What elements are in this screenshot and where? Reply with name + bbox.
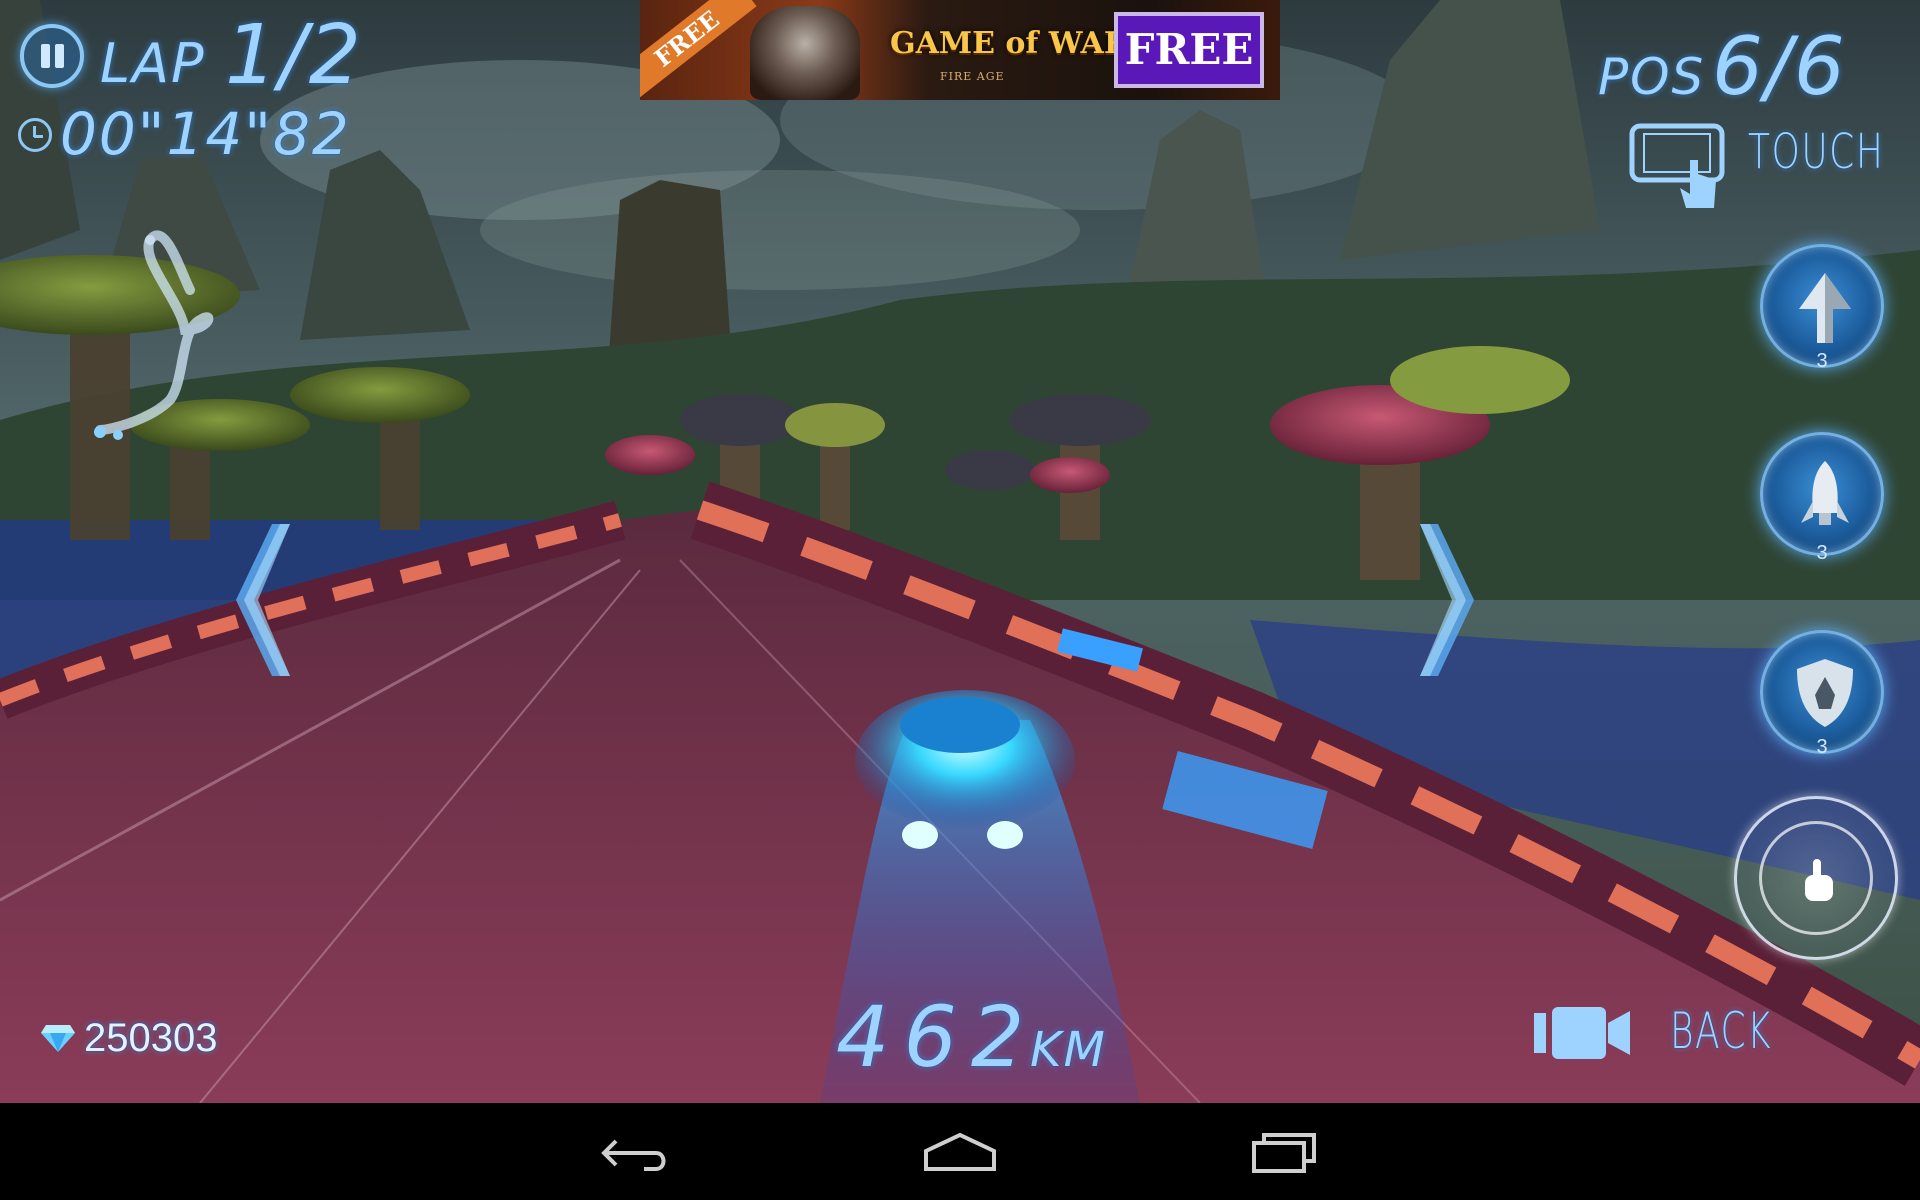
system-navigation-bar bbox=[0, 1103, 1920, 1200]
gem-icon bbox=[41, 1025, 75, 1052]
camera-icon[interactable] bbox=[1534, 1003, 1634, 1063]
shield-count: 3 bbox=[1816, 736, 1828, 758]
ad-subtitle: FIRE AGE bbox=[940, 70, 1005, 83]
ad-title: GAME of WAR bbox=[890, 26, 1129, 61]
lap-label: LAP bbox=[100, 32, 206, 95]
back-nav-icon[interactable] bbox=[600, 1129, 674, 1175]
speed-value: 462 bbox=[836, 988, 1039, 1086]
boost-arrow-icon bbox=[1799, 273, 1851, 343]
missile-count: 3 bbox=[1816, 542, 1828, 564]
home-nav-icon[interactable] bbox=[922, 1131, 998, 1173]
pause-button[interactable] bbox=[20, 24, 84, 88]
ad-banner[interactable]: FREE GAME of WAR FIRE AGE FREE bbox=[640, 0, 1280, 100]
phone-touch-icon[interactable] bbox=[1628, 120, 1732, 210]
missile-icon bbox=[1801, 461, 1849, 525]
game-viewport[interactable]: LAP 1/2 00"14"82 FREE GAME of WAR FIRE A… bbox=[0, 0, 1920, 1103]
recents-nav-icon[interactable] bbox=[1250, 1127, 1320, 1175]
control-mode-label[interactable]: TOUCH bbox=[1748, 124, 1884, 180]
fire-touch-button[interactable] bbox=[1734, 796, 1898, 960]
lap-value: 1/2 bbox=[225, 8, 363, 103]
steer-left-arrow[interactable] bbox=[228, 520, 298, 680]
shield-icon bbox=[1797, 659, 1853, 727]
finger-icon bbox=[1805, 859, 1833, 901]
steer-right-arrow[interactable] bbox=[1412, 520, 1482, 680]
speed-unit: KM bbox=[1030, 1022, 1107, 1078]
missile-button[interactable] bbox=[1760, 432, 1884, 556]
ad-free-ribbon: FREE bbox=[640, 0, 757, 99]
ad-knight-image bbox=[750, 6, 860, 100]
ad-free-button[interactable]: FREE bbox=[1114, 12, 1264, 88]
back-label[interactable]: BACK bbox=[1670, 1002, 1772, 1060]
clock-icon bbox=[18, 118, 52, 152]
gem-count: 250303 bbox=[84, 1016, 218, 1060]
position-value: 6/6 bbox=[1712, 20, 1847, 113]
position-label: POS bbox=[1598, 48, 1706, 106]
race-timer: 00"14"82 bbox=[60, 100, 351, 168]
boost-count: 3 bbox=[1816, 350, 1828, 372]
